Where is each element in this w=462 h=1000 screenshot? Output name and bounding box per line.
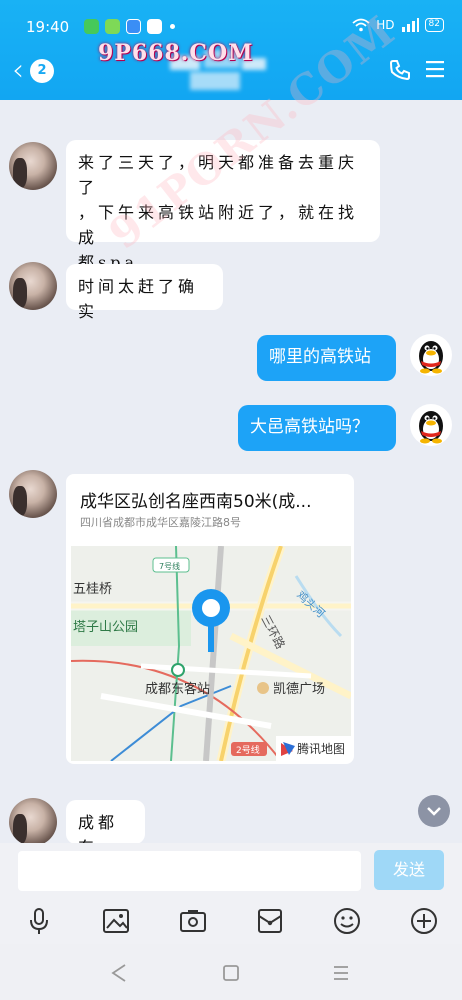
contact-avatar[interactable]	[9, 262, 57, 310]
input-bar: 发送	[0, 843, 462, 898]
nav-back-icon[interactable]	[108, 962, 130, 984]
message-text: 时间太赶了确实	[78, 277, 199, 321]
message-bubble-outgoing[interactable]: 哪里的高铁站	[257, 335, 396, 381]
chat-header: 19:40 HD 82 ‹ 2	[0, 0, 462, 100]
contact-avatar[interactable]	[9, 470, 57, 518]
message-line: ，下午来高铁站附近了，就在找成	[78, 203, 359, 247]
status-time: 19:40	[26, 18, 70, 36]
battery-icon: 82	[424, 18, 444, 32]
message-bubble-incoming[interactable]: 时间太赶了确实	[66, 264, 223, 321]
location-map[interactable]: 五桂桥 7号线 塔子山公园 三环路 鸡头河 成都东客站 凯德广场 2号线 腾讯地…	[71, 546, 351, 761]
back-button[interactable]: ‹ 2	[12, 53, 62, 88]
notification-icons	[84, 19, 175, 34]
paw-app-icon	[147, 19, 162, 34]
location-address: 四川省成都市成华区嘉陵江路8号	[80, 516, 241, 529]
nav-home-icon[interactable]	[220, 962, 242, 984]
network-label: HD	[376, 18, 395, 32]
input-toolbar	[0, 898, 462, 944]
phone-call-button[interactable]	[388, 58, 412, 86]
system-nav-bar	[0, 944, 462, 1000]
message-bubble-incoming[interactable]: 来了三天了，明天都准备去重庆了 ，下午来高铁站附近了，就在找成 都spa	[66, 140, 380, 272]
map-label: 五桂桥	[73, 582, 112, 597]
menu-button[interactable]	[424, 58, 446, 84]
map-label: 塔子山公园	[73, 620, 138, 635]
message-input[interactable]	[18, 851, 361, 891]
nav-recents-icon[interactable]	[330, 962, 352, 984]
message-bubble-outgoing[interactable]: 大邑高铁站吗？	[238, 405, 396, 451]
map-label: 2号线	[236, 744, 260, 756]
contact-avatar[interactable]	[9, 798, 57, 846]
penguin-icon	[419, 411, 443, 444]
unread-badge: 2	[30, 59, 54, 83]
chat-app-icon	[105, 19, 120, 34]
penguin-icon	[419, 341, 443, 374]
camera-icon[interactable]	[178, 906, 208, 936]
contact-avatar[interactable]	[9, 142, 57, 190]
message-text: 大邑高铁站吗？	[250, 417, 369, 437]
emoji-icon[interactable]	[332, 906, 362, 936]
message-app-icon	[126, 19, 141, 34]
map-label: 凯德广场	[273, 682, 325, 697]
location-card[interactable]: 成华区弘创名座西南50米(成... 四川省成都市成华区嘉陵江路8号 五桂桥 7号…	[66, 474, 354, 764]
message-text: 哪里的高铁站	[269, 347, 371, 367]
video-app-icon	[84, 19, 99, 34]
image-icon[interactable]	[101, 906, 131, 936]
wifi-icon	[352, 18, 370, 32]
chevron-down-icon	[427, 807, 441, 816]
more-notifications-icon	[170, 24, 175, 29]
signal-icon	[401, 18, 419, 32]
send-button[interactable]: 发送	[374, 850, 444, 890]
scroll-to-bottom-button[interactable]	[418, 795, 450, 827]
plus-icon[interactable]	[409, 906, 439, 936]
my-avatar[interactable]	[410, 334, 452, 376]
message-line: 来了三天了，明天都准备去重庆了	[78, 153, 359, 197]
phone-icon	[389, 60, 410, 81]
status-bar: 19:40 HD 82	[26, 18, 444, 40]
chevron-left-icon: ‹	[12, 53, 24, 88]
message-bubble-incoming[interactable]: 成都东	[66, 800, 145, 857]
system-icons: HD 82	[352, 18, 444, 32]
map-label: 成都东客站	[145, 681, 210, 697]
map-provider: 腾讯地图	[297, 741, 345, 756]
microphone-icon[interactable]	[24, 906, 54, 936]
my-avatar[interactable]	[410, 404, 452, 446]
contact-name-redacted	[170, 50, 270, 94]
red-packet-icon[interactable]	[255, 906, 285, 936]
location-title: 成华区弘创名座西南50米(成...	[80, 492, 312, 512]
hamburger-icon	[426, 61, 444, 78]
map-label: 7号线	[159, 561, 180, 571]
